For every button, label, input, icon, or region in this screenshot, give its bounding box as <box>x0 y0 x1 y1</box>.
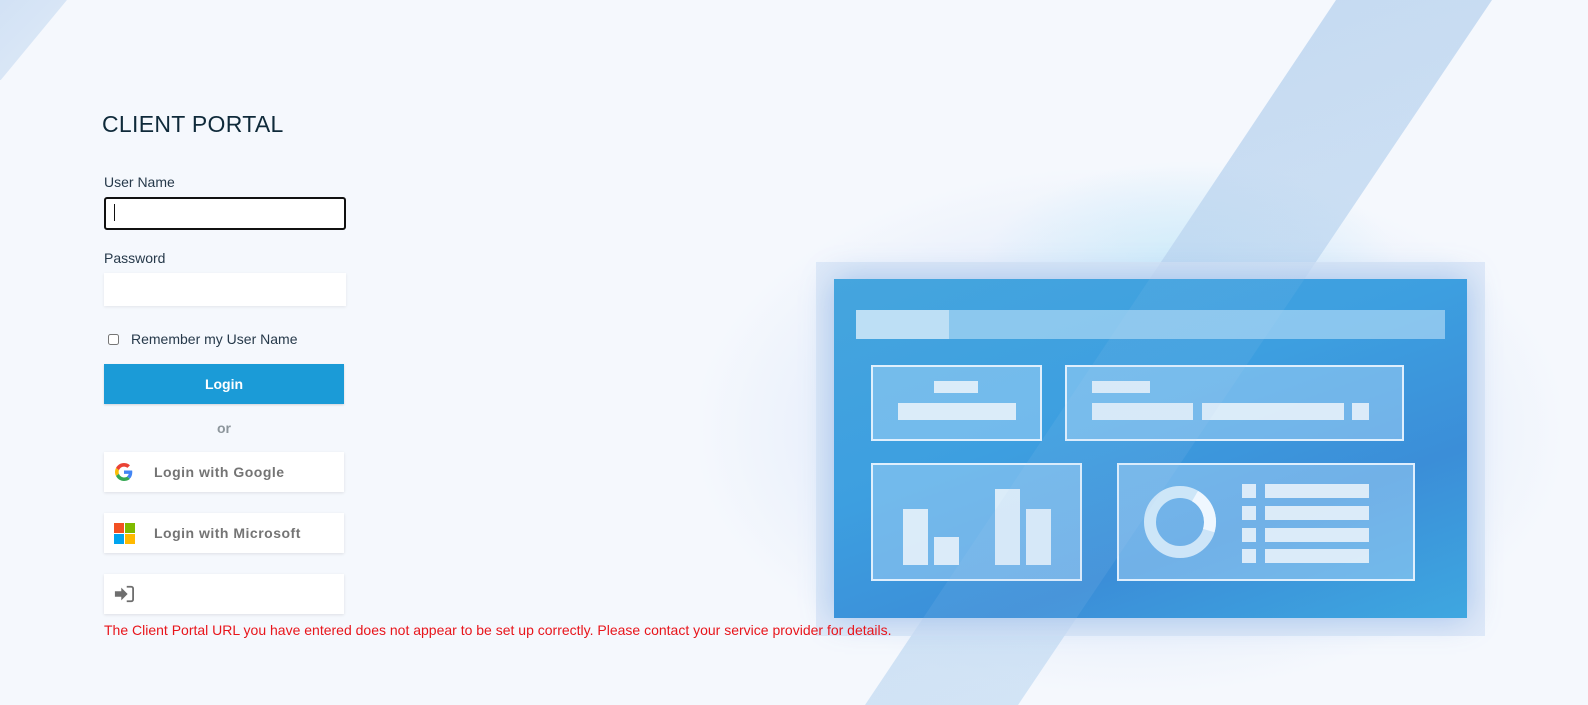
login-button[interactable]: Login <box>104 364 344 404</box>
remember-username-label[interactable]: Remember my User Name <box>131 331 297 347</box>
or-divider: or <box>217 420 231 436</box>
illustration-titlebar <box>856 310 1445 339</box>
password-label: Password <box>104 250 166 266</box>
background-glow <box>700 170 1560 690</box>
background-glow <box>980 160 1400 340</box>
password-input[interactable] <box>104 273 346 306</box>
remember-username-option[interactable]: Remember my User Name <box>108 331 297 347</box>
login-with-microsoft-label: Login with Microsoft <box>154 525 301 541</box>
illustration-panel <box>871 365 1042 441</box>
error-message: The Client Portal URL you have entered d… <box>104 622 892 638</box>
dashboard-illustration <box>834 279 1467 618</box>
sign-in-icon <box>114 584 134 604</box>
illustration-bar-chart <box>871 463 1082 581</box>
username-label: User Name <box>104 174 175 190</box>
illustration-donut <box>1144 486 1216 558</box>
text-cursor <box>114 204 115 221</box>
remember-username-checkbox[interactable] <box>108 333 119 345</box>
illustration-donut-panel <box>1117 463 1415 581</box>
page-title: CLIENT PORTAL <box>102 111 284 137</box>
illustration-frame <box>816 262 1485 636</box>
background-decoration <box>0 0 100 80</box>
login-with-google-button[interactable]: Login with Google <box>104 452 344 492</box>
microsoft-logo-icon <box>113 522 135 544</box>
illustration-panel <box>1065 365 1404 441</box>
username-input[interactable] <box>104 197 346 230</box>
alternate-login-button[interactable] <box>104 574 344 614</box>
google-logo-icon <box>114 462 134 482</box>
login-with-microsoft-button[interactable]: Login with Microsoft <box>104 513 344 553</box>
login-with-google-label: Login with Google <box>154 464 285 480</box>
